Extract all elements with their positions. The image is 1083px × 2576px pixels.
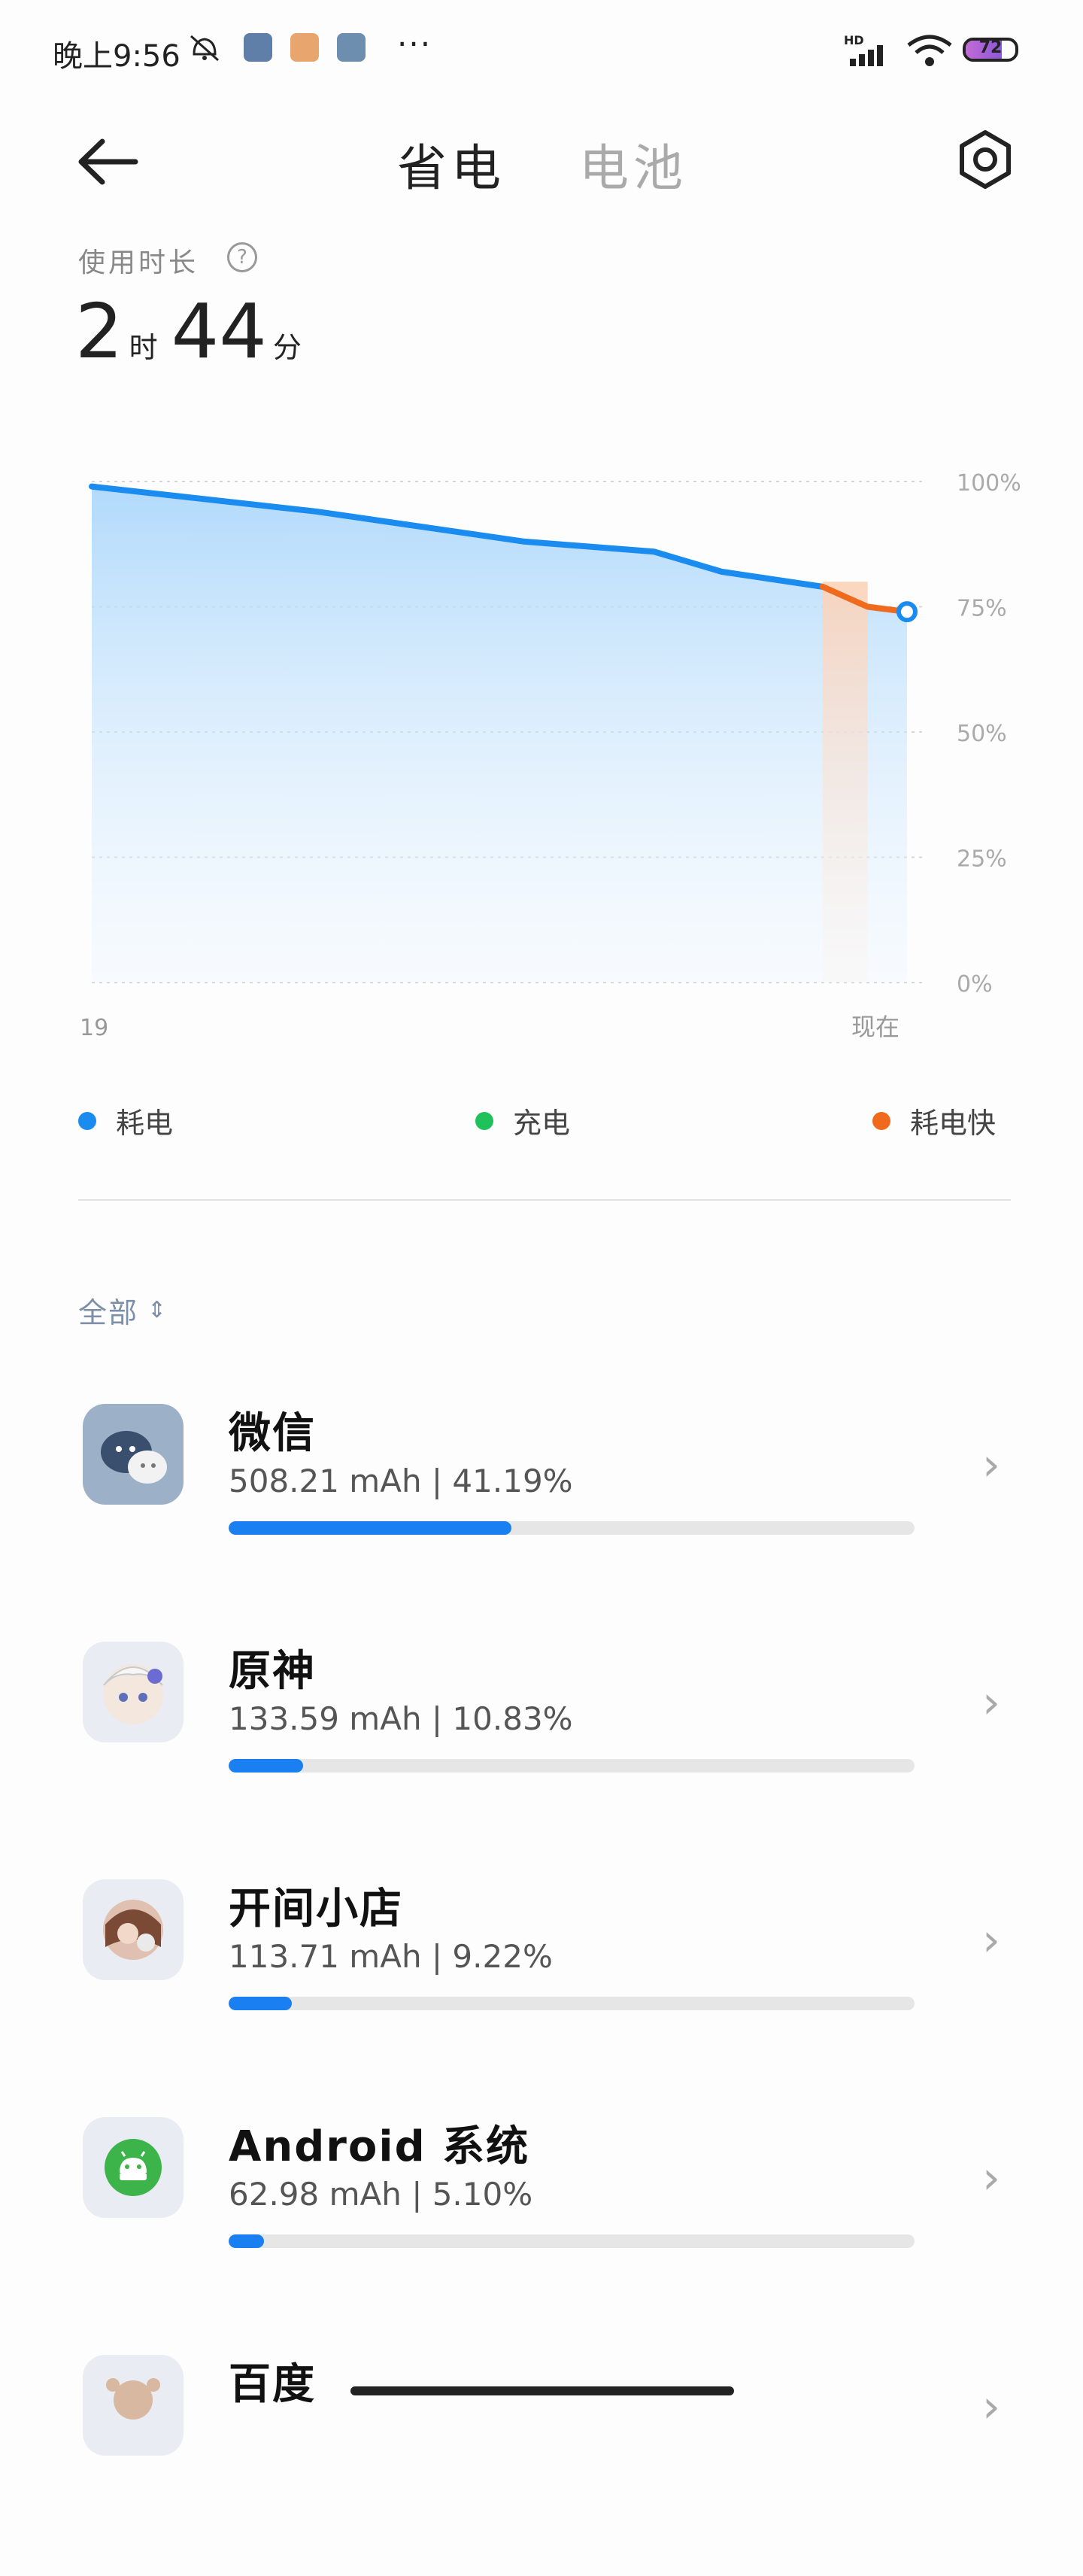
chevron-right-icon: › [982, 1914, 1000, 1967]
app-row-android[interactable]: Android 系统 62.98 mAh | 5.10% › [0, 2113, 1083, 2338]
legend-fast-drain-dot [872, 1111, 890, 1130]
app-row-baidu[interactable]: 百度 › [0, 2350, 1083, 2576]
mute-icon [188, 33, 221, 63]
help-icon[interactable]: ? [227, 242, 257, 272]
app-stat: 62.98 mAh | 5.10% [229, 2176, 533, 2213]
app-stat: 133.59 mAh | 10.83% [229, 1700, 573, 1737]
app-row-shop[interactable]: 开间小店 113.71 mAh | 9.22% › [0, 1875, 1083, 2101]
app-icon-1 [244, 33, 272, 62]
app-name: 开间小店 [229, 1885, 403, 1934]
usage-bar [229, 1997, 915, 2010]
filter-dropdown[interactable]: 全部 ⇕ [78, 1290, 168, 1331]
battery-chart-svg: 100% 75% 50% 25% 0% 19 现在 [80, 470, 1021, 1041]
legend-charge: 充电 [475, 1100, 570, 1141]
legend-drain-label: 耗电 [116, 1107, 174, 1140]
baidu-icon [83, 2355, 184, 2456]
usage-bar-fill [229, 1759, 303, 1773]
battery-icon: 72 [963, 38, 1018, 62]
usage-bar [229, 1759, 915, 1773]
wifi-icon [906, 33, 954, 68]
y-tick-label: 50% [957, 721, 1007, 747]
settings-icon[interactable] [955, 129, 1015, 190]
y-tick-label: 100% [957, 470, 1021, 497]
usage-duration-value: 2 时 44 分 [75, 287, 315, 375]
usage-bar [229, 2234, 915, 2248]
chevron-right-icon: › [982, 2380, 1000, 2433]
usage-hours: 2 [75, 287, 123, 375]
filter-label: 全部 [78, 1296, 139, 1329]
chevron-right-icon: › [982, 1438, 1000, 1491]
y-tick-label: 0% [957, 971, 993, 998]
divider [78, 1199, 1011, 1201]
x-tick-label: 现在 [851, 1013, 899, 1041]
signal-icon [850, 44, 895, 66]
fast-drain-band [822, 582, 868, 983]
usage-bar [229, 1521, 915, 1535]
usage-bar-fill [229, 2234, 264, 2248]
chevron-right-icon: › [982, 2152, 1000, 2204]
usage-duration-label: 使用时长 [78, 248, 199, 278]
app-name: 微信 [229, 1409, 316, 1458]
app-name: 百度 [229, 2360, 316, 2409]
app-icon-2 [290, 33, 319, 62]
app-name: Android 系统 [229, 2122, 530, 2171]
genshin-icon [83, 1642, 184, 1742]
app-row-wechat[interactable]: 微信 508.21 mAh | 41.19% › [0, 1399, 1083, 1625]
usage-bar-fill [229, 1997, 293, 2010]
battery-chart[interactable]: 100% 75% 50% 25% 0% 19 现在 [0, 451, 1083, 1053]
legend-charge-label: 充电 [513, 1107, 571, 1140]
chevron-right-icon: › [982, 1676, 1000, 1729]
back-arrow-icon[interactable] [75, 135, 143, 188]
tab-power-saving[interactable]: 省电 [397, 128, 505, 200]
y-tick-label: 75% [957, 596, 1007, 622]
more-notifications-icon: ··· [397, 26, 432, 62]
app-stat: 113.71 mAh | 9.22% [229, 1938, 553, 1975]
legend-fast-drain: 耗电快 [872, 1100, 996, 1141]
legend-charge-dot [475, 1111, 493, 1130]
app-name: 原神 [229, 1647, 316, 1696]
x-tick-label: 19 [80, 1015, 108, 1041]
home-indicator[interactable] [350, 2386, 734, 2395]
usage-hours-unit: 时 [129, 331, 158, 364]
sort-chevron-icon: ⇕ [147, 1297, 168, 1323]
usage-bar-fill [229, 1521, 511, 1535]
shop-icon [83, 1879, 184, 1980]
status-time: 晚上9:56 [53, 39, 180, 74]
android-icon [83, 2117, 184, 2218]
app-icon-3 [337, 33, 366, 62]
legend-fast-drain-label: 耗电快 [910, 1107, 997, 1140]
tab-battery[interactable]: 电池 [579, 128, 687, 200]
wechat-icon [83, 1404, 184, 1505]
current-level-point [896, 601, 918, 623]
usage-minutes: 44 [171, 287, 267, 375]
app-row-genshin[interactable]: 原神 133.59 mAh | 10.83% › [0, 1637, 1083, 1863]
legend-drain-dot [78, 1111, 96, 1130]
drain-area [92, 486, 907, 983]
battery-level: 72 [978, 38, 1003, 57]
y-tick-label: 25% [957, 846, 1007, 873]
usage-minutes-unit: 分 [272, 331, 302, 364]
legend-drain: 耗电 [78, 1100, 173, 1141]
app-stat: 508.21 mAh | 41.19% [229, 1463, 573, 1499]
